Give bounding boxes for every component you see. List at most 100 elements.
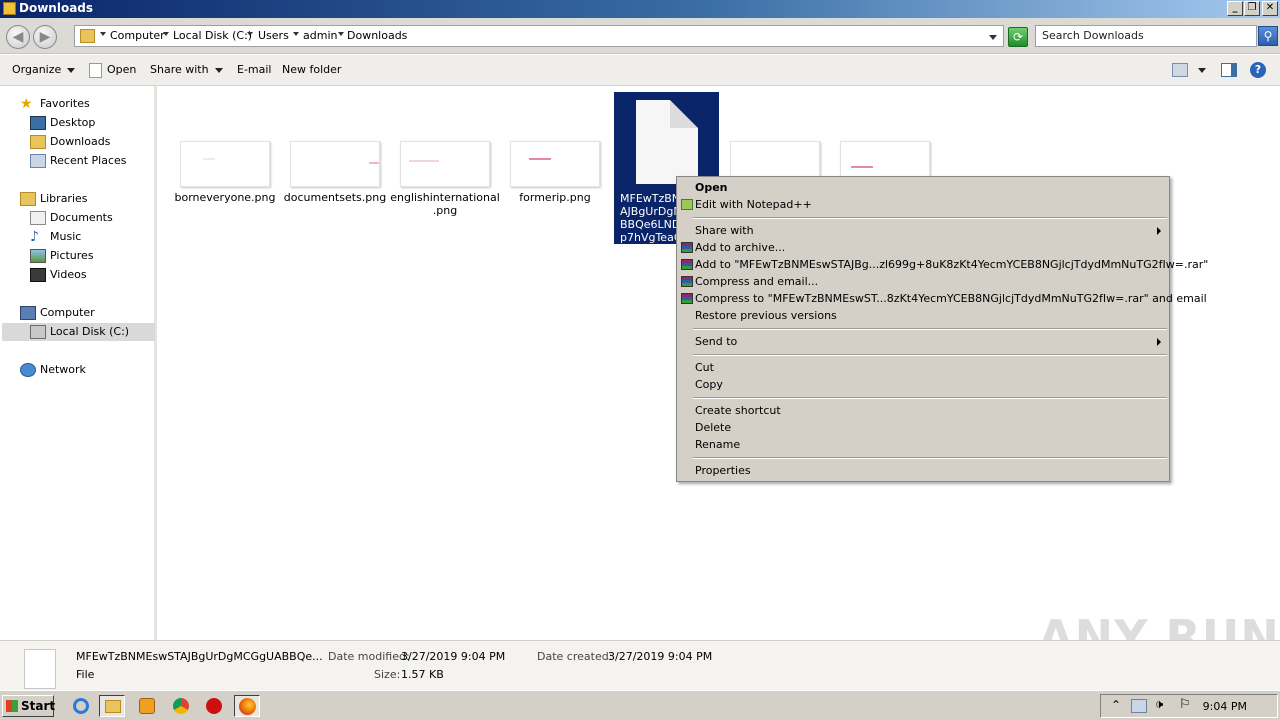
details-filename: MFEwTzBNMEswSTAJBgUrDgMCGgUABBQe... xyxy=(76,650,323,663)
menu-label: Send to xyxy=(695,335,738,348)
network-tray-icon[interactable] xyxy=(1131,699,1147,713)
nav-recent-places-label: Recent Places xyxy=(50,154,127,167)
view-options-icon[interactable] xyxy=(1172,63,1188,77)
nav-downloads-label: Downloads xyxy=(50,135,111,148)
menu-label: Add to "MFEwTzBNMEswSTAJBg...zl699g+8uK8… xyxy=(695,258,1209,271)
winrar-icon xyxy=(681,276,693,287)
refresh-button[interactable]: ⟳ xyxy=(1008,27,1028,47)
windows-logo-icon xyxy=(6,700,18,712)
winrar-icon xyxy=(681,293,693,304)
forward-button[interactable]: ▶ xyxy=(33,25,57,49)
downloads-folder-icon xyxy=(30,135,46,149)
chevron-down-icon[interactable] xyxy=(338,32,344,36)
file-icon xyxy=(24,649,56,689)
date-created-value: 3/27/2019 9:04 PM xyxy=(608,650,713,663)
chevron-down-icon[interactable] xyxy=(293,32,299,36)
address-dropdown-icon[interactable] xyxy=(989,35,997,40)
organize-button[interactable]: Organize xyxy=(12,63,76,76)
search-icon[interactable]: ⚲ xyxy=(1258,26,1278,46)
nav-documents-label: Documents xyxy=(50,211,113,224)
chevron-down-icon[interactable] xyxy=(247,32,253,36)
menu-item-send-to[interactable]: Send to xyxy=(679,333,1167,350)
preview-pane-icon[interactable] xyxy=(1221,63,1237,77)
command-bar: Organize Open Share with E-mail New fold… xyxy=(0,55,1280,86)
breadcrumb-local-disk[interactable]: Local Disk (C:) xyxy=(173,29,252,42)
menu-item-compress-to-rar-email[interactable]: Compress to "MFEwTzBNMEswST...8zKt4YecmY… xyxy=(679,290,1207,307)
file-thumbnail[interactable] xyxy=(290,141,380,187)
document-icon xyxy=(89,63,102,78)
menu-item-create-shortcut[interactable]: Create shortcut xyxy=(679,402,1167,419)
file-name[interactable]: formerip.png xyxy=(500,191,610,204)
close-button[interactable]: ✕ xyxy=(1262,1,1278,16)
back-button[interactable]: ◀ xyxy=(6,25,30,49)
share-with-button[interactable]: Share with xyxy=(150,63,223,76)
show-hidden-icons-icon[interactable]: ⌃ xyxy=(1111,698,1121,712)
window-title: Downloads xyxy=(19,1,94,15)
start-button[interactable]: Start xyxy=(2,695,55,717)
file-name[interactable]: documentsets.png xyxy=(280,191,390,204)
menu-label: Edit with Notepad++ xyxy=(695,198,812,211)
winrar-icon xyxy=(681,242,693,253)
file-thumbnail[interactable] xyxy=(400,141,490,187)
internet-explorer-icon[interactable] xyxy=(68,695,94,717)
file-name[interactable]: borneveryone.png xyxy=(170,191,280,204)
breadcrumb-users[interactable]: Users xyxy=(258,29,289,42)
explorer-taskbar-button[interactable] xyxy=(99,695,125,717)
drive-icon xyxy=(30,325,46,339)
taskbar: Start ⌃ 🕩 ⚐ 9:04 PM xyxy=(0,690,1280,720)
menu-item-share-with[interactable]: Share with xyxy=(679,222,1167,239)
chevron-down-icon[interactable] xyxy=(163,32,169,36)
computer-icon xyxy=(20,306,36,320)
network-icon xyxy=(20,363,36,377)
breadcrumb-admin[interactable]: admin xyxy=(303,29,337,42)
menu-label: Add to archive... xyxy=(695,241,786,254)
restore-button[interactable]: ❐ xyxy=(1244,1,1260,16)
minimize-button[interactable]: _ xyxy=(1227,1,1243,16)
menu-item-restore[interactable]: Restore previous versions xyxy=(679,307,1167,324)
menu-item-open[interactable]: Open xyxy=(679,179,1167,196)
menu-item-delete[interactable]: Delete xyxy=(679,419,1167,436)
breadcrumb-downloads[interactable]: Downloads xyxy=(347,29,407,42)
file-thumbnail[interactable] xyxy=(180,141,270,187)
new-folder-button[interactable]: New folder xyxy=(282,63,341,76)
help-icon[interactable]: ? xyxy=(1250,62,1266,78)
menu-item-properties[interactable]: Properties xyxy=(679,462,1167,479)
menu-item-add-to-rar[interactable]: Add to "MFEwTzBNMEswSTAJBg...zl699g+8uK8… xyxy=(679,256,1208,273)
action-center-flag-icon[interactable]: ⚐ xyxy=(1179,697,1191,712)
email-button[interactable]: E-mail xyxy=(237,63,272,76)
pictures-icon xyxy=(30,249,46,263)
address-row: ◀ ▶ Computer Local Disk (C:) Users admin… xyxy=(0,18,1280,54)
search-input[interactable]: Search Downloads xyxy=(1035,25,1257,47)
nav-pictures-label: Pictures xyxy=(50,249,94,262)
submenu-arrow-icon xyxy=(1157,338,1161,346)
firefox-icon[interactable] xyxy=(234,695,260,717)
chevron-down-icon[interactable] xyxy=(100,32,106,36)
chrome-icon[interactable] xyxy=(168,695,194,717)
details-type: File xyxy=(76,668,95,681)
file-thumbnail[interactable] xyxy=(510,141,600,187)
opera-icon[interactable] xyxy=(201,695,227,717)
menu-item-copy[interactable]: Copy xyxy=(679,376,1167,393)
open-button[interactable]: Open xyxy=(107,63,136,76)
clock[interactable]: 9:04 PM xyxy=(1203,700,1247,713)
menu-label: Share with xyxy=(695,224,754,237)
file-name[interactable]: englishinternational .png xyxy=(390,191,500,217)
documents-icon xyxy=(30,211,46,225)
address-bar[interactable]: Computer Local Disk (C:) Users admin Dow… xyxy=(74,25,1004,47)
desktop-icon xyxy=(30,116,46,130)
media-player-icon[interactable] xyxy=(134,695,160,717)
menu-item-cut[interactable]: Cut xyxy=(679,359,1167,376)
menu-item-rename[interactable]: Rename xyxy=(679,436,1167,453)
nav-favorites-label: Favorites xyxy=(40,97,90,110)
date-modified-value: 3/27/2019 9:04 PM xyxy=(401,650,506,663)
chevron-down-icon[interactable] xyxy=(1198,68,1206,73)
breadcrumb-computer[interactable]: Computer xyxy=(110,29,165,42)
folder-icon xyxy=(3,2,16,15)
menu-item-add-archive[interactable]: Add to archive... xyxy=(679,239,1167,256)
nav-videos-label: Videos xyxy=(50,268,87,281)
nav-network-label: Network xyxy=(40,363,86,376)
menu-item-compress-email[interactable]: Compress and email... xyxy=(679,273,1167,290)
menu-item-edit-notepad[interactable]: Edit with Notepad++ xyxy=(679,196,1167,213)
volume-icon[interactable]: 🕩 xyxy=(1155,697,1163,712)
nav-desktop-label: Desktop xyxy=(50,116,96,129)
